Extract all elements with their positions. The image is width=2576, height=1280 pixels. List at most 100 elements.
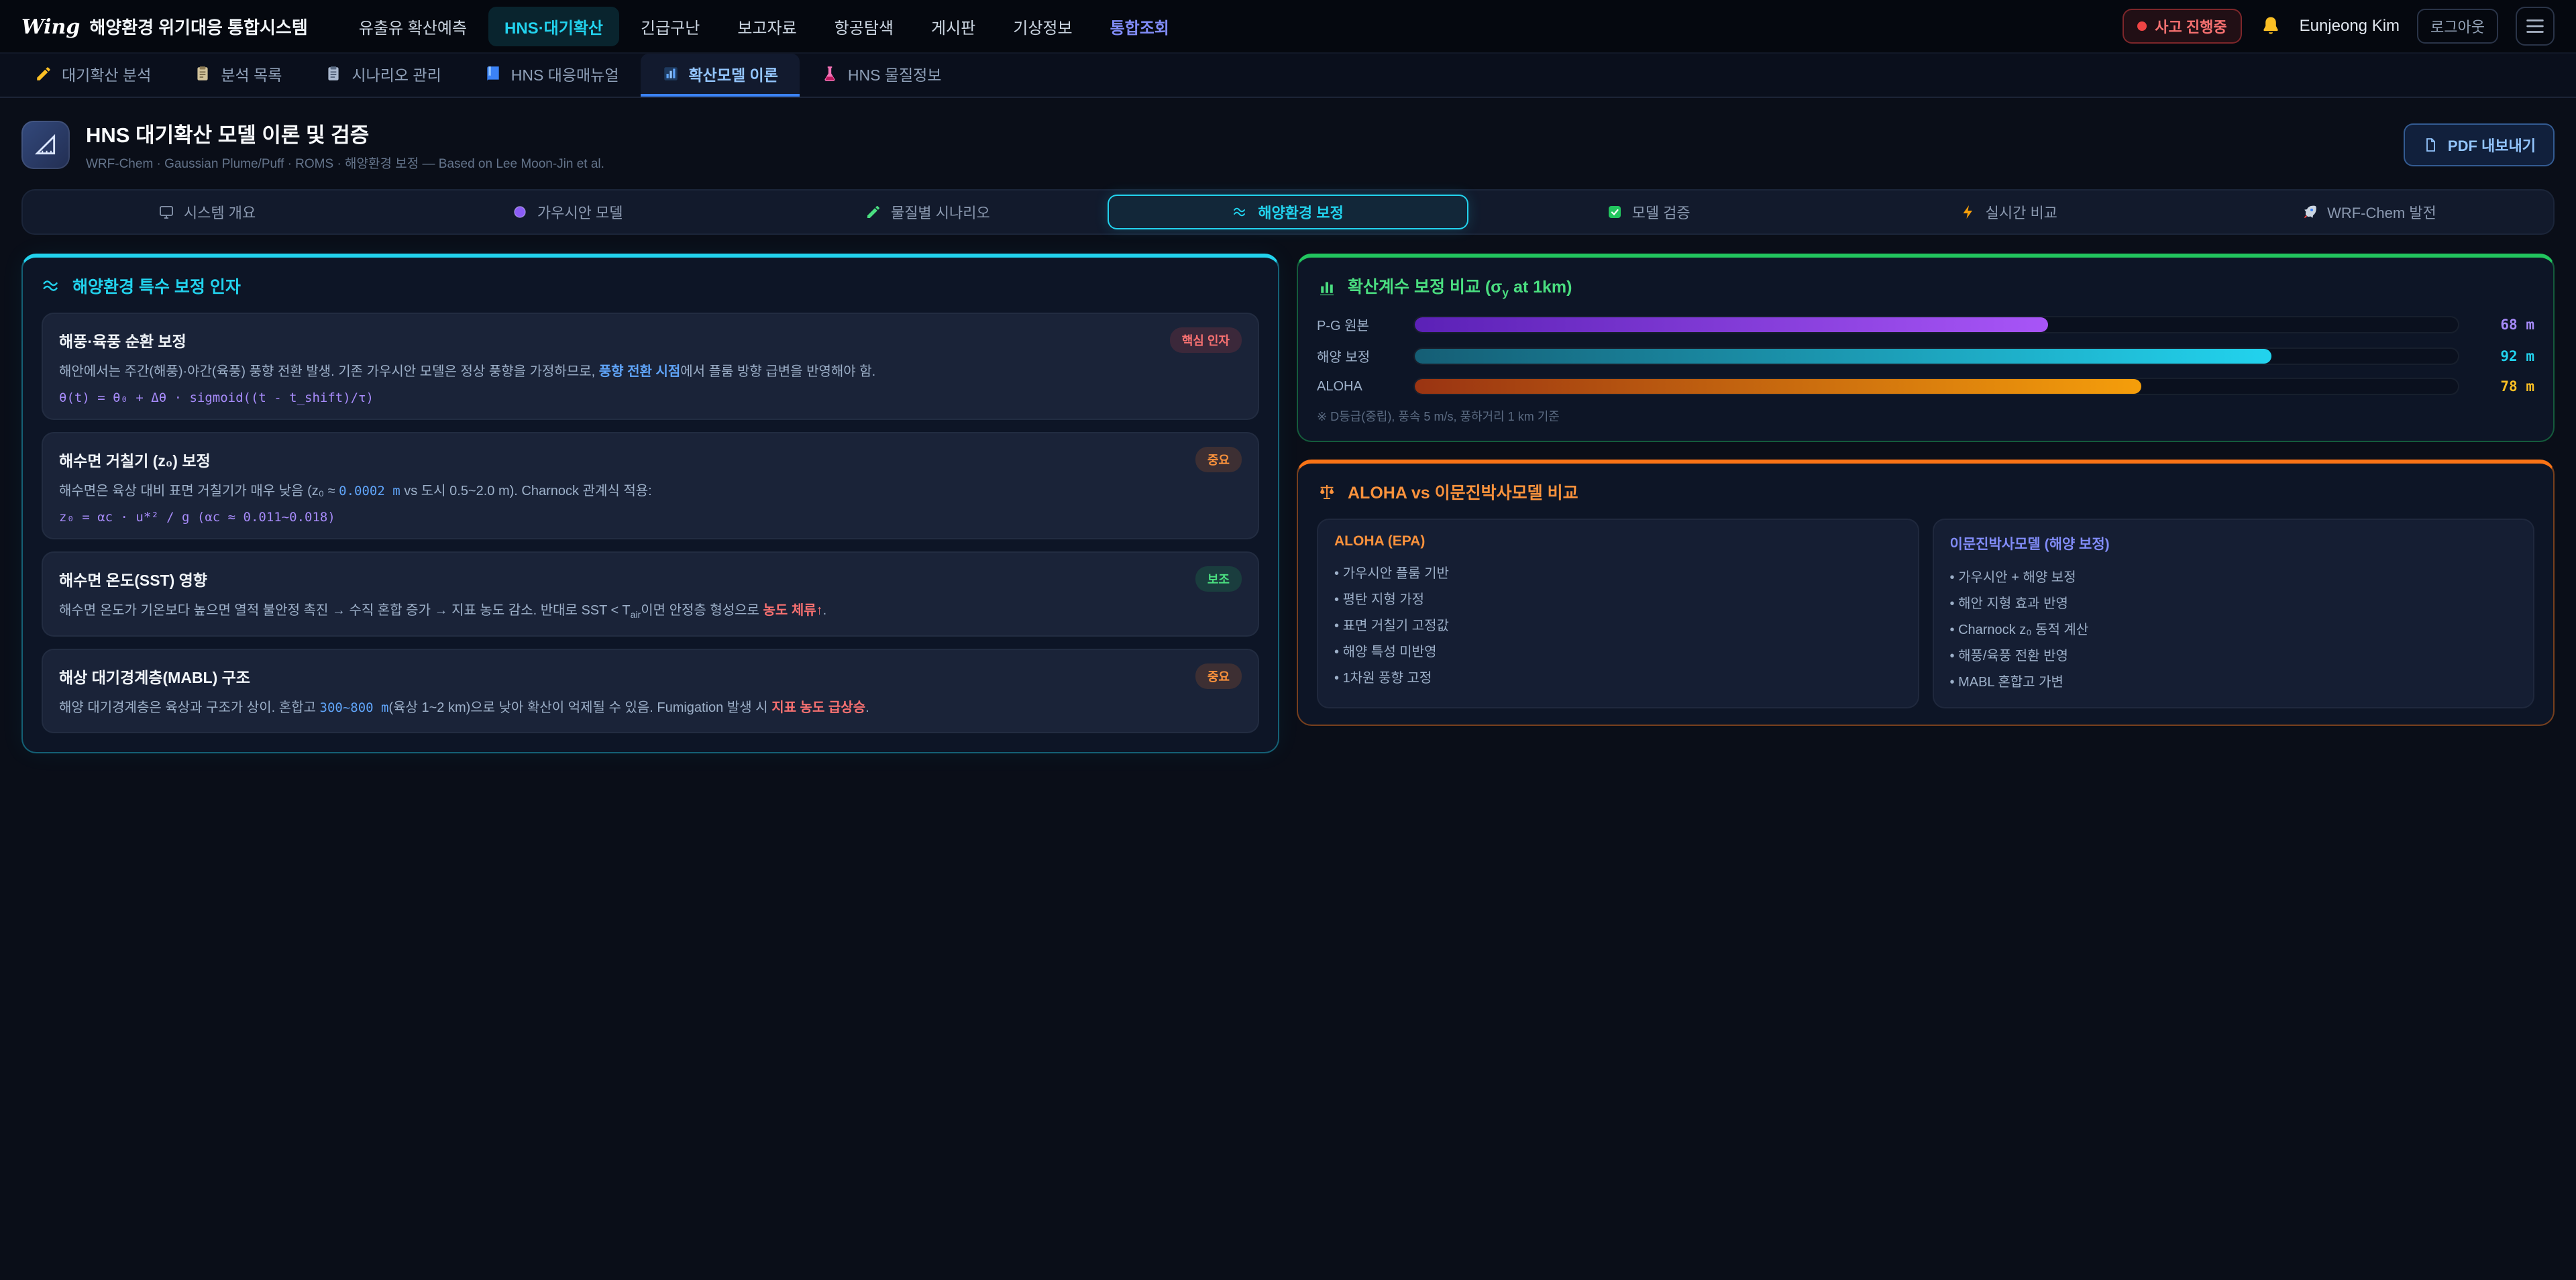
chart-footnote: ※ D등급(중립), 풍속 5 m/s, 풍하거리 1 km 기준	[1317, 407, 2534, 425]
clipboard-icon	[325, 65, 342, 83]
bar-fill	[1415, 349, 2271, 364]
menu-item-weather[interactable]: 기상정보	[997, 7, 1088, 46]
wave-icon	[42, 276, 62, 296]
menu-item-rescue[interactable]: 긴급구난	[625, 7, 716, 46]
sub-navbar: 대기확산 분석 분석 목록 시나리오 관리 HNS 대응매뉴얼 확산모델 이론 …	[0, 54, 2576, 98]
compare-box-title: 이문진박사모델 (해양 보정)	[1950, 533, 2518, 553]
rocket-icon	[2302, 204, 2318, 220]
section-tab-realtime[interactable]: 실시간 비교	[1829, 195, 2189, 229]
section-tab-overview[interactable]: 시스템 개요	[27, 195, 387, 229]
bar-track	[1413, 316, 2459, 333]
user-name: Eunjeong Kim	[2300, 17, 2400, 36]
bar-value: 68 m	[2473, 317, 2534, 333]
bar-fill	[1415, 317, 2048, 332]
bolt-icon	[1960, 204, 1976, 220]
subnav-tab-scenario-mgmt[interactable]: 시나리오 관리	[303, 54, 462, 97]
document-icon	[2422, 137, 2438, 153]
priority-badge: 핵심 인자	[1170, 327, 1242, 353]
menu-item-air-search[interactable]: 항공탐색	[818, 7, 910, 46]
main-content: 해양환경 특수 보정 인자 해풍·육풍 순환 보정 핵심 인자 해안에서는 주간…	[0, 235, 2576, 772]
section-tab-wrfchem[interactable]: WRF-Chem 발전	[2189, 195, 2549, 229]
list-item: 가우시안 + 해양 보정	[1950, 563, 2518, 589]
menu-item-oil-spill[interactable]: 유출유 확산예측	[343, 7, 483, 46]
page-title: HNS 대기확산 모델 이론 및 검증	[86, 118, 604, 148]
bar-track	[1413, 348, 2459, 365]
subnav-tab-hns-substance[interactable]: HNS 물질정보	[800, 54, 963, 97]
menu-item-reports[interactable]: 보고자료	[721, 7, 812, 46]
subnav-tab-label: HNS 대응매뉴얼	[511, 62, 619, 85]
card-header: 해양환경 특수 보정 인자	[42, 274, 1259, 298]
book-icon	[484, 65, 502, 83]
factor-title: 해수면 온도(SST) 영향	[59, 568, 207, 590]
list-icon	[194, 65, 211, 83]
subnav-tab-label: 시나리오 관리	[352, 62, 441, 85]
topbar-right: 사고 진행중 Eunjeong Kim 로그아웃	[2123, 7, 2555, 46]
factor-body: 해안에서는 주간(해풍)·야간(육풍) 풍향 전환 발생. 기존 가우시안 모델…	[59, 361, 1242, 382]
list-item: 1차원 풍향 고정	[1334, 663, 1902, 690]
subnav-tab-label: 분석 목록	[221, 62, 282, 85]
subnav-tab-hns-manual[interactable]: HNS 대응매뉴얼	[463, 54, 641, 97]
comparison-grid: ALOHA (EPA) 가우시안 플룸 기반 평탄 지형 가정 표면 거칠기 고…	[1317, 519, 2534, 708]
pdf-export-label: PDF 내보내기	[2448, 134, 2536, 156]
list-item: 표면 거칠기 고정값	[1334, 611, 1902, 637]
bar-row-aloha: ALOHA 78 m	[1317, 378, 2534, 395]
factor-title: 해수면 거칠기 (z₀) 보정	[59, 448, 211, 471]
aloha-model-box: ALOHA (EPA) 가우시안 플룸 기반 평탄 지형 가정 표면 거칠기 고…	[1317, 519, 1919, 708]
page-subtitle: WRF-Chem · Gaussian Plume/Puff · ROMS · …	[86, 154, 604, 172]
top-navbar: Wing 해양환경 위기대응 통합시스템 유출유 확산예측 HNS·대기확산 긴…	[0, 0, 2576, 54]
section-tab-validation[interactable]: 모델 검증	[1468, 195, 1829, 229]
flask-icon	[821, 65, 839, 83]
section-tab-scenario[interactable]: 물질별 시나리오	[747, 195, 1108, 229]
bar-fill	[1415, 379, 2141, 394]
bar-label: ALOHA	[1317, 379, 1400, 394]
gaussian-icon	[512, 204, 528, 220]
subnav-tab-analysis[interactable]: 대기확산 분석	[13, 54, 172, 97]
factor-body: 해수면 온도가 기온보다 높으면 열적 불안정 촉진 → 수직 혼합 증가 → …	[59, 600, 1242, 622]
brand-name: 해양환경 위기대응 통합시스템	[89, 14, 307, 39]
brand[interactable]: Wing 해양환경 위기대응 통합시스템	[21, 14, 308, 39]
section-tab-marine-correction[interactable]: 해양환경 보정	[1108, 195, 1468, 229]
wave-icon	[1232, 204, 1248, 220]
right-column: 확산계수 보정 비교 (σy at 1km) P-G 원본 68 m 해양 보정…	[1297, 254, 2555, 726]
bar-value: 78 m	[2473, 378, 2534, 394]
pencil-icon	[865, 204, 881, 220]
bar-row-marine: 해양 보정 92 m	[1317, 346, 2534, 366]
page-header-left: HNS 대기확산 모델 이론 및 검증 WRF-Chem · Gaussian …	[21, 118, 604, 172]
pdf-export-button[interactable]: PDF 내보내기	[2404, 123, 2555, 166]
logout-button[interactable]: 로그아웃	[2417, 9, 2498, 44]
page-title-block: HNS 대기확산 모델 이론 및 검증 WRF-Chem · Gaussian …	[86, 118, 604, 172]
menu-item-board[interactable]: 게시판	[915, 7, 991, 46]
incident-status-badge[interactable]: 사고 진행중	[2123, 9, 2241, 44]
subnav-tab-analysis-list[interactable]: 분석 목록	[172, 54, 303, 97]
overview-icon	[158, 204, 174, 220]
subnav-tab-label: 확산모델 이론	[689, 62, 778, 85]
subnav-tab-label: 대기확산 분석	[62, 62, 151, 85]
subnav-tab-label: HNS 물질정보	[848, 62, 942, 85]
app-root: Wing 해양환경 위기대응 통합시스템 유출유 확산예측 HNS·대기확산 긴…	[0, 0, 2576, 772]
list-item: MABL 혼합고 가변	[1950, 668, 2518, 694]
section-tab-gaussian[interactable]: 가우시안 모델	[387, 195, 747, 229]
hamburger-menu-icon[interactable]	[2516, 7, 2555, 46]
bell-icon[interactable]	[2259, 15, 2282, 38]
menu-item-integrated-search[interactable]: 통합조회	[1094, 7, 1185, 46]
bar-value: 92 m	[2473, 348, 2534, 364]
subnav-tab-model-theory[interactable]: 확산모델 이론	[641, 54, 800, 97]
brand-logo: Wing	[21, 15, 80, 39]
status-dot-icon	[2137, 21, 2147, 31]
card-title: 해양환경 특수 보정 인자	[72, 274, 241, 298]
factor-formula: θ(t) = θ₀ + Δθ · sigmoid((t - t_shift)/τ…	[59, 390, 1242, 405]
chart-icon	[662, 65, 680, 83]
section-tab-label: 가우시안 모델	[537, 201, 623, 223]
section-tab-label: WRF-Chem 발전	[2327, 201, 2436, 223]
check-icon	[1607, 204, 1623, 220]
factor-body: 해양 대기경계층은 육상과 구조가 상이. 혼합고 300~800 m(육상 1…	[59, 697, 1242, 718]
section-tab-label: 물질별 시나리오	[891, 201, 990, 223]
menu-item-hns-diffusion[interactable]: HNS·대기확산	[488, 7, 619, 46]
sigma-comparison-card: 확산계수 보정 비교 (σy at 1km) P-G 원본 68 m 해양 보정…	[1297, 254, 2555, 442]
factor-formula: z₀ = αc · u*² / g (αc ≈ 0.011~0.018)	[59, 510, 1242, 525]
factor-header: 해상 대기경계층(MABL) 구조 중요	[59, 663, 1242, 689]
section-tabs: 시스템 개요 가우시안 모델 물질별 시나리오 해양환경 보정 모델 검증 실시…	[21, 189, 2555, 235]
list-item: 해풍/육풍 전환 반영	[1950, 641, 2518, 668]
pencil-icon	[35, 65, 52, 83]
factor-header: 해풍·육풍 순환 보정 핵심 인자	[59, 327, 1242, 353]
